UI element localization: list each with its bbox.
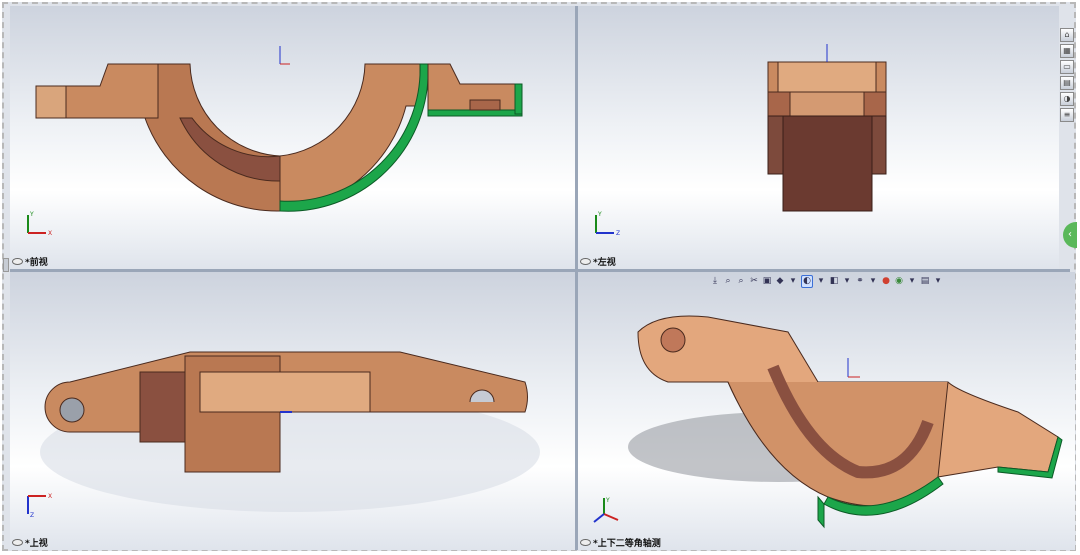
viewport-top[interactable]: Z X *上视 xyxy=(10,272,575,550)
apply-scene-icon[interactable]: ⚭ xyxy=(855,276,865,287)
zoom-area-icon[interactable]: ⌕ xyxy=(723,276,733,287)
view-palette-icon[interactable]: ▤ xyxy=(1060,76,1074,90)
viewport-splitter-vertical[interactable] xyxy=(575,6,578,550)
viewport-left[interactable]: Y Z *左视 xyxy=(578,6,1059,269)
svg-text:X: X xyxy=(48,493,52,500)
zoom-to-fit-icon[interactable]: ⤓ xyxy=(710,276,720,287)
svg-text:Z: Z xyxy=(616,230,620,237)
viewport-front[interactable]: Y X *前视 xyxy=(10,6,575,269)
eye-icon xyxy=(580,539,591,546)
previous-view-icon[interactable]: ⌕ xyxy=(736,276,746,287)
scene-icon[interactable]: ◉ xyxy=(894,276,904,287)
appearances-icon[interactable]: ◑ xyxy=(1060,92,1074,106)
chevron-down-icon[interactable]: ▾ xyxy=(933,276,943,287)
heads-up-view-toolbar: ⤓ ⌕ ⌕ ✂ ▣ ◆ ▾ ◐ ▾ ◧ ▾ ⚭ ▾ ● ◉ ▾ ▤ ▾ xyxy=(710,274,943,288)
svg-text:Y: Y xyxy=(597,211,602,218)
display-style-icon[interactable]: ◆ xyxy=(775,276,785,287)
coordinate-triad: Y X xyxy=(27,211,52,237)
svg-text:Z: Z xyxy=(30,512,34,519)
edit-appearance-icon[interactable]: ◧ xyxy=(829,276,839,287)
svg-text:X: X xyxy=(48,230,52,237)
chevron-down-icon[interactable]: ▾ xyxy=(788,276,798,287)
view-label-isometric: *上下二等角轴测 xyxy=(580,536,661,549)
isometric-view-model xyxy=(628,315,1063,529)
viewport-splitter-horizontal[interactable] xyxy=(10,269,1070,272)
design-library-icon[interactable]: ▦ xyxy=(1060,44,1074,58)
appearance-color-icon[interactable]: ● xyxy=(881,276,891,287)
front-view-model xyxy=(35,46,523,212)
top-view-model xyxy=(40,351,540,512)
task-pane-tabs: ⌂ ▦ ▭ ▤ ◑ ≡ xyxy=(1060,28,1074,122)
eye-icon xyxy=(12,539,23,546)
left-view-model xyxy=(767,44,887,212)
hide-show-icon[interactable]: ◐ xyxy=(801,274,813,288)
view-orientation-icon[interactable]: ▣ xyxy=(762,276,772,287)
view-label-front: *前视 xyxy=(12,255,48,268)
coordinate-triad: Y xyxy=(593,497,619,523)
chevron-down-icon[interactable]: ▾ xyxy=(868,276,878,287)
folder-icon[interactable]: ▭ xyxy=(1060,60,1074,74)
chevron-down-icon[interactable]: ▾ xyxy=(816,276,826,287)
custom-properties-icon[interactable]: ≡ xyxy=(1060,108,1074,122)
svg-text:Y: Y xyxy=(29,211,34,218)
home-icon[interactable]: ⌂ xyxy=(1060,28,1074,42)
view-setting-icon[interactable]: ▤ xyxy=(920,276,930,287)
viewport-isometric[interactable]: Y *上下二等角轴测 xyxy=(578,272,1075,550)
coordinate-triad: Z X xyxy=(27,493,52,519)
chevron-down-icon[interactable]: ▾ xyxy=(842,276,852,287)
splitter-handle[interactable] xyxy=(3,258,9,272)
chevron-down-icon[interactable]: ▾ xyxy=(907,276,917,287)
eye-icon xyxy=(12,258,23,265)
section-view-icon[interactable]: ✂ xyxy=(749,276,759,287)
view-label-top: *上视 xyxy=(12,536,48,549)
coordinate-triad: Y Z xyxy=(595,211,620,237)
svg-text:Y: Y xyxy=(605,497,610,504)
view-label-left: *左视 xyxy=(580,255,616,268)
eye-icon xyxy=(580,258,591,265)
